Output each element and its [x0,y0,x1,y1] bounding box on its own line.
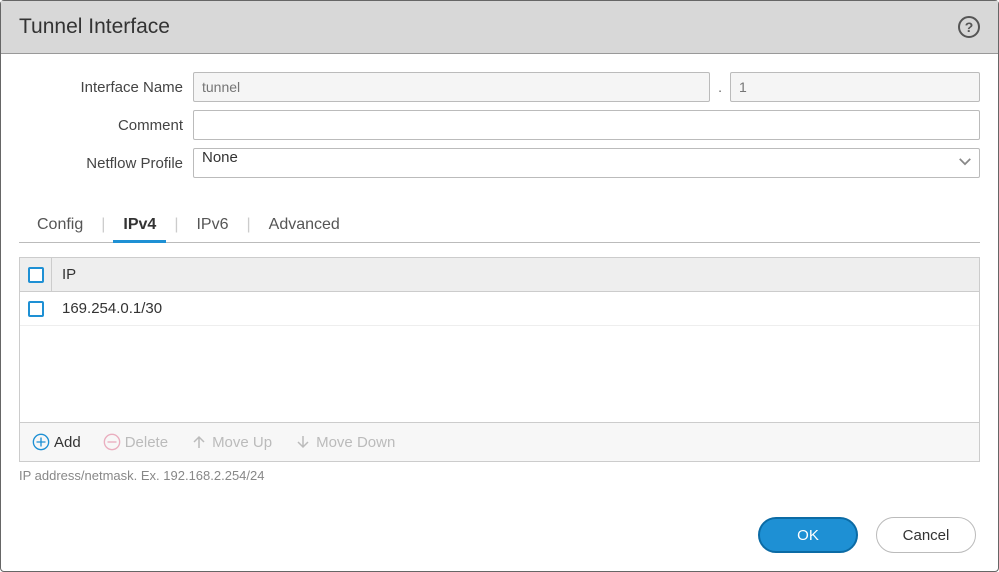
titlebar: Tunnel Interface ? [1,1,998,54]
row-checkbox-cell [20,292,52,325]
select-all-checkbox[interactable] [28,267,44,283]
table-row[interactable]: 169.254.0.1/30 [20,292,979,326]
move-up-button[interactable]: Move Up [190,433,272,451]
arrow-down-icon [294,433,312,451]
interface-name-label: Interface Name [19,79,193,96]
plus-circle-icon [32,433,50,451]
interface-number-input [730,72,980,102]
move-down-button[interactable]: Move Down [294,433,395,451]
arrow-up-icon [190,433,208,451]
interface-name-row: Interface Name . [19,72,980,102]
netflow-row: Netflow Profile None [19,148,980,178]
tab-ipv4[interactable]: IPv4 [105,208,174,242]
comment-label: Comment [19,117,193,134]
move-up-label: Move Up [212,434,272,451]
delete-label: Delete [125,434,168,451]
delete-button[interactable]: Delete [103,433,168,451]
help-icon[interactable]: ? [958,16,980,38]
comment-row: Comment [19,110,980,140]
move-down-label: Move Down [316,434,395,451]
minus-circle-icon [103,433,121,451]
table-actions: Add Delete Move Up Move Down [20,422,979,461]
form-section: Interface Name . Comment Netflow Profile… [1,54,998,196]
table-body: 169.254.0.1/30 [20,292,979,422]
netflow-label: Netflow Profile [19,155,193,172]
dot-separator: . [718,79,722,95]
tab-ipv6[interactable]: IPv6 [178,208,246,242]
table-header: IP [20,258,979,292]
dialog-footer: OK Cancel [1,499,998,571]
row-ip-value: 169.254.0.1/30 [52,292,979,325]
comment-input[interactable] [193,110,980,140]
interface-name-input [193,72,710,102]
cancel-button[interactable]: Cancel [876,517,976,553]
ip-table: IP 169.254.0.1/30 Add Delete Move Up [19,257,980,462]
tab-config[interactable]: Config [19,208,101,242]
tab-advanced[interactable]: Advanced [251,208,358,242]
row-checkbox[interactable] [28,301,44,317]
header-checkbox-cell [20,258,52,291]
add-button[interactable]: Add [32,433,81,451]
tab-bar: Config | IPv4 | IPv6 | Advanced [1,208,998,242]
hint-text: IP address/netmask. Ex. 192.168.2.254/24 [19,468,980,483]
add-label: Add [54,434,81,451]
header-ip[interactable]: IP [52,258,979,291]
netflow-select[interactable]: None [193,148,980,178]
ok-button[interactable]: OK [758,517,858,553]
dialog-title: Tunnel Interface [19,15,170,39]
